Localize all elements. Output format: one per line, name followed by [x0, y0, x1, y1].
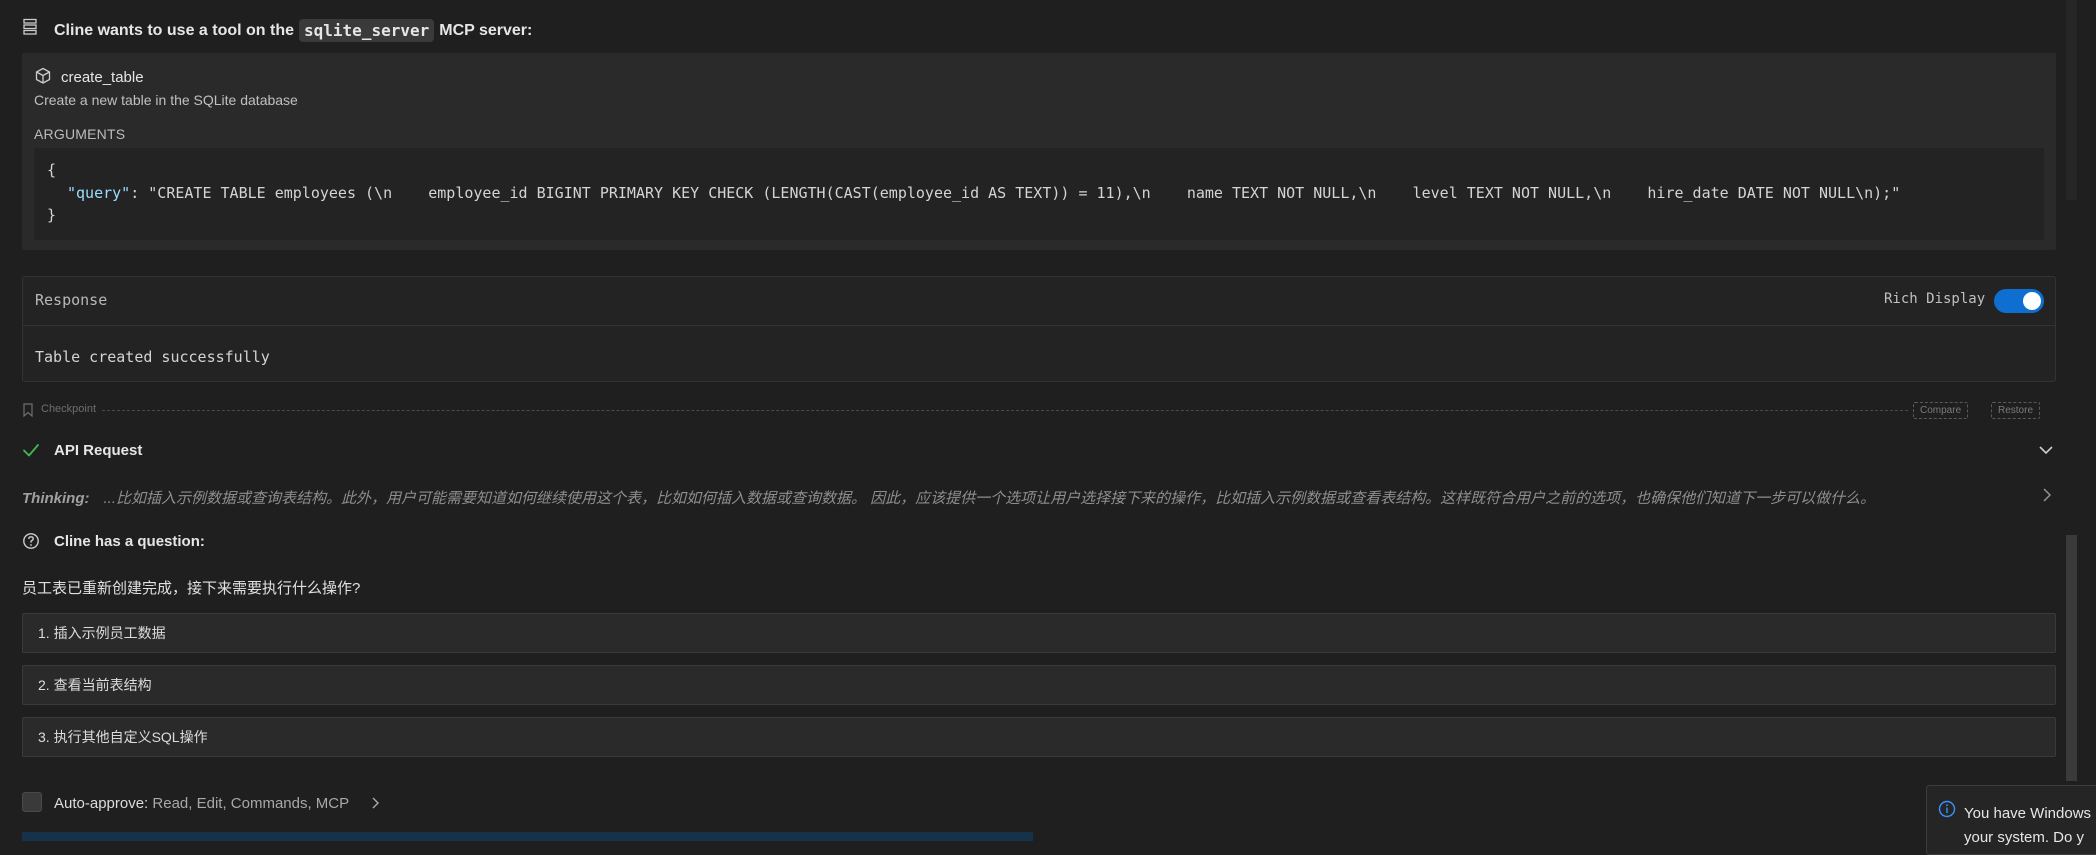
- response-title: Response: [35, 291, 108, 309]
- question-circle-icon: [23, 533, 39, 549]
- option-button[interactable]: 3. 执行其他自定义SQL操作: [22, 717, 2056, 757]
- option-button[interactable]: 2. 查看当前表结构: [22, 665, 2056, 705]
- info-icon: [1938, 800, 1956, 818]
- toggle-knob: [2023, 292, 2041, 310]
- checkpoint-divider: [102, 410, 1908, 411]
- check-icon: [23, 444, 39, 457]
- scrollbar-track-upper: [2066, 0, 2077, 200]
- response-card: [22, 276, 2056, 382]
- auto-approve-title: Auto-approve:: [54, 795, 149, 812]
- thinking-row[interactable]: Thinking: ...比如插入示例数据或查询表结构。此外，用户可能需要知道如何…: [22, 487, 1875, 508]
- chevron-down-icon[interactable]: [2037, 441, 2055, 459]
- chevron-right-icon[interactable]: [2040, 487, 2054, 503]
- cube-icon: [35, 67, 51, 84]
- json-key: "query": [67, 184, 131, 202]
- response-divider: [23, 325, 2055, 326]
- json-value: : "CREATE TABLE employees (\n employee_i…: [130, 184, 1901, 202]
- checkpoint-label: Checkpoint: [41, 403, 97, 415]
- auto-approve-checkbox[interactable]: [22, 792, 42, 812]
- tool-description: Create a new table in the SQLite databas…: [34, 92, 298, 108]
- tool-name: create_table: [61, 69, 144, 86]
- thinking-text: ...比如插入示例数据或查询表结构。此外，用户可能需要知道如何继续使用这个表，比…: [103, 490, 1876, 507]
- auto-approve-items: Read, Edit, Commands, MCP: [152, 795, 350, 812]
- server-icon: [23, 18, 37, 35]
- code-open-brace: {: [47, 161, 57, 179]
- scrollbar-thumb[interactable]: [2066, 535, 2077, 781]
- thinking-label: Thinking:: [22, 490, 90, 507]
- rich-display-label: Rich Display: [1884, 291, 1986, 307]
- tool-request-header: Cline wants to use a tool on the sqlite_…: [54, 19, 532, 42]
- api-request-label[interactable]: API Request: [54, 442, 142, 459]
- bookmark-icon: [23, 403, 33, 417]
- server-name-tag: sqlite_server: [299, 19, 435, 42]
- code-query-line: "query": "CREATE TABLE employees (\n emp…: [67, 184, 1900, 202]
- restore-button[interactable]: Restore: [1991, 402, 2041, 419]
- code-close-brace: }: [47, 206, 57, 224]
- header-prefix: Cline wants to use a tool on the: [54, 21, 295, 39]
- auto-approve-label[interactable]: Auto-approve: Read, Edit, Commands, MCP: [54, 795, 349, 812]
- question-text: 员工表已重新创建完成，接下来需要执行什么操作?: [22, 580, 361, 597]
- input-area-edge: [22, 832, 1033, 841]
- notification-line-2: your system. Do y: [1964, 829, 2085, 846]
- header-suffix: MCP server:: [439, 21, 533, 39]
- arguments-label: ARGUMENTS: [34, 126, 126, 142]
- response-text: Table created successfully: [35, 348, 270, 366]
- notification-line-1: You have Windows: [1964, 805, 2092, 822]
- option-button[interactable]: 1. 插入示例员工数据: [22, 613, 2056, 653]
- notification-text: You have Windows your system. Do y: [1964, 802, 2096, 850]
- chevron-right-icon[interactable]: [370, 795, 382, 811]
- question-label: Cline has a question:: [54, 533, 205, 550]
- compare-button[interactable]: Compare: [1913, 402, 1969, 419]
